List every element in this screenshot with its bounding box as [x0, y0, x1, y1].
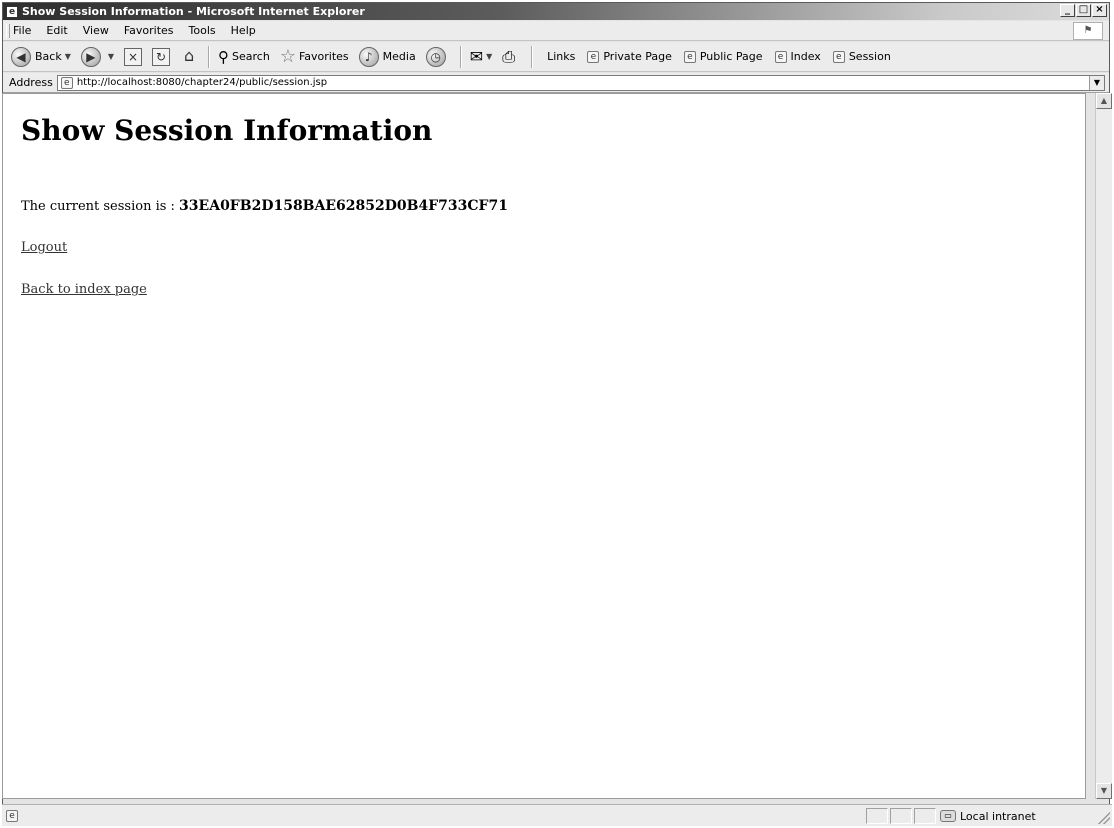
forward-button[interactable]: ▶ ▼	[80, 46, 114, 67]
link-label: Index	[790, 50, 821, 63]
toolbar-separator	[208, 45, 211, 68]
address-label: Address	[9, 76, 53, 89]
title-bar[interactable]: e Show Session Information - Microsoft I…	[3, 3, 1109, 20]
menu-tools[interactable]: Tools	[189, 24, 216, 37]
mail-dropdown-icon[interactable]: ▼	[486, 52, 492, 61]
status-panel	[866, 808, 888, 824]
session-line: The current session is : 33EA0FB2D158BAE…	[21, 198, 508, 214]
link-label: Private Page	[603, 50, 672, 63]
back-dropdown-icon[interactable]: ▼	[65, 52, 71, 61]
link-index[interactable]: e Index	[774, 50, 821, 63]
security-zone: ▭ Local intranet	[940, 808, 1085, 824]
window-title: Show Session Information - Microsoft Int…	[22, 5, 365, 18]
status-panel	[914, 808, 936, 824]
refresh-icon: ↻	[152, 47, 171, 66]
address-bar: Address e http://localhost:8080/chapter2…	[3, 73, 1109, 93]
media-icon: ♪	[358, 46, 379, 67]
links-toolbar: Links e Private Page e Public Page e Ind…	[547, 50, 903, 63]
stop-icon: ×	[124, 47, 143, 66]
forward-arrow-icon: ▶	[80, 46, 101, 67]
address-input[interactable]: e http://localhost:8080/chapter24/public…	[56, 74, 1105, 91]
home-icon: ⌂	[183, 45, 195, 65]
ie-page-icon: e	[832, 50, 845, 63]
menu-bar: File Edit View Favorites Tools Help ⚑	[3, 21, 1109, 41]
favorites-button[interactable]: ☆ Favorites	[280, 46, 349, 67]
toolbar-separator	[459, 45, 462, 68]
session-prefix: The current session is :	[21, 199, 180, 214]
resize-grip-icon[interactable]	[1098, 812, 1110, 824]
intranet-icon: ▭	[940, 810, 956, 822]
page-content: Show Session Information The current ses…	[2, 93, 1086, 799]
toolbar-separator	[531, 45, 534, 68]
scroll-down-icon[interactable]: ▼	[1096, 783, 1112, 799]
standard-toolbar: ◀ Back ▼ ▶ ▼ × ↻ ⌂ ⚲ Search ☆ Favorites …	[3, 42, 1109, 72]
media-button[interactable]: ♪ Media	[358, 46, 416, 67]
window-controls: _ □ ×	[1060, 4, 1107, 17]
favorites-label: Favorites	[298, 50, 349, 63]
media-label: Media	[382, 50, 416, 63]
session-id: 33EA0FB2D158BAE62852D0B4F733CF71	[179, 198, 508, 214]
link-private-page[interactable]: e Private Page	[587, 50, 672, 63]
ie-page-icon: e	[60, 76, 73, 89]
status-bar: e ▭ Local intranet	[2, 804, 1112, 826]
vertical-scrollbar[interactable]: ▲ ▼	[1095, 93, 1112, 799]
ie-page-icon: e	[6, 809, 18, 822]
link-label: Public Page	[699, 50, 763, 63]
scroll-up-icon[interactable]: ▲	[1096, 93, 1112, 109]
search-button[interactable]: ⚲ Search	[218, 48, 270, 66]
ie-page-icon: e	[774, 50, 787, 63]
menu-help[interactable]: Help	[231, 24, 256, 37]
star-icon: ☆	[279, 46, 296, 67]
menu-grip	[6, 24, 10, 38]
history-icon: ◷	[425, 46, 446, 67]
search-icon: ⚲	[218, 47, 230, 66]
address-dropdown-icon[interactable]: ▼	[1089, 75, 1104, 90]
link-session[interactable]: e Session	[832, 50, 891, 63]
logout-link[interactable]: Logout	[21, 240, 67, 255]
menu-favorites[interactable]: Favorites	[124, 24, 174, 37]
ie-app-icon: e	[6, 5, 18, 18]
ie-page-icon: e	[683, 50, 696, 63]
back-label: Back	[35, 50, 62, 63]
address-url: http://localhost:8080/chapter24/public/s…	[76, 77, 328, 88]
close-button[interactable]: ×	[1092, 4, 1107, 17]
menu-view[interactable]: View	[83, 24, 109, 37]
refresh-button[interactable]: ↻	[152, 47, 171, 66]
menu-file[interactable]: File	[13, 24, 31, 37]
status-panel	[890, 808, 912, 824]
maximize-button[interactable]: □	[1076, 4, 1091, 17]
back-arrow-icon: ◀	[11, 46, 31, 67]
link-label: Session	[848, 50, 891, 63]
forward-dropdown-icon[interactable]: ▼	[108, 52, 114, 61]
back-button[interactable]: ◀ Back ▼	[11, 46, 71, 67]
zone-label: Local intranet	[960, 809, 1036, 823]
mail-icon: ✉	[469, 47, 484, 66]
ie-page-icon: e	[587, 50, 600, 63]
link-public-page[interactable]: e Public Page	[683, 50, 763, 63]
back-to-index-link[interactable]: Back to index page	[21, 282, 147, 297]
page-heading: Show Session Information	[21, 114, 433, 147]
search-label: Search	[232, 50, 270, 63]
home-button[interactable]: ⌂	[180, 45, 198, 66]
stop-button[interactable]: ×	[124, 47, 143, 66]
links-label: Links	[547, 50, 576, 63]
menu-edit[interactable]: Edit	[46, 24, 67, 37]
history-button[interactable]: ◷	[425, 46, 450, 67]
print-button[interactable]: ⎙	[502, 47, 515, 67]
windows-logo-icon: ⚑	[1073, 22, 1103, 40]
minimize-button[interactable]: _	[1060, 4, 1075, 17]
mail-button[interactable]: ✉ ▼	[470, 47, 493, 66]
printer-icon: ⎙	[502, 46, 516, 66]
